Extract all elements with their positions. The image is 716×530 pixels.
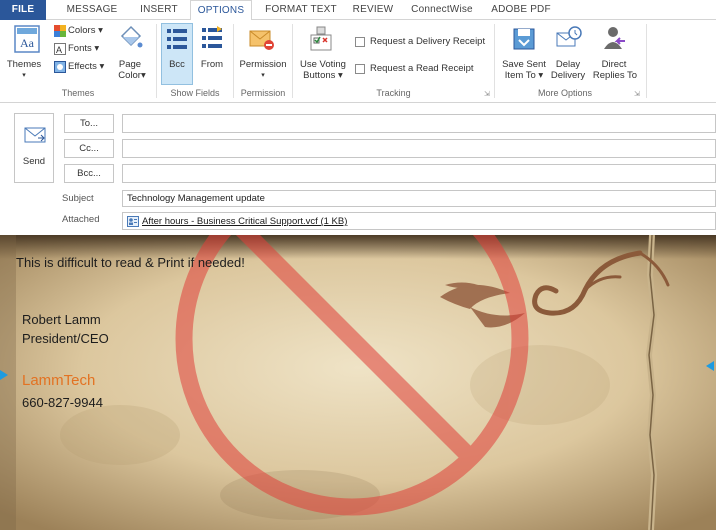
to-button[interactable]: To...	[64, 114, 114, 133]
group-label-show-fields: Show Fields	[170, 88, 220, 98]
from-label: From	[200, 59, 224, 70]
page-color-label-line1: Page	[118, 59, 142, 70]
body-line: This is difficult to read & Print if nee…	[16, 255, 245, 270]
ribbon-tab-bar: FILE MESSAGE INSERT OPTIONS FORMAT TEXT …	[0, 0, 716, 21]
tab-message[interactable]: MESSAGE	[62, 0, 122, 20]
tab-insert[interactable]: INSERT	[134, 0, 184, 20]
from-icon	[202, 26, 222, 48]
signature-company: LammTech	[22, 372, 96, 389]
arrow-right-icon	[0, 370, 8, 380]
delay-label-line2: Delivery	[550, 70, 586, 81]
group-divider	[292, 24, 293, 98]
tab-review[interactable]: REVIEW	[350, 0, 396, 20]
fonts-label: Fonts ▾	[68, 43, 100, 54]
permission-label: Permission	[239, 59, 287, 70]
message-header: Send To... Cc... Bcc... Subject Technolo…	[0, 103, 716, 235]
group-label-more-options: More Options	[537, 88, 593, 98]
effects-label: Effects ▾	[68, 61, 105, 72]
ribbon: Aa Themes ▾ Colors ▾ A Fonts ▾ Effects ▾…	[0, 20, 716, 103]
direct-label-line1: Direct	[601, 59, 627, 70]
read-receipt-checkbox[interactable]	[355, 64, 365, 74]
arrow-left-icon	[706, 361, 714, 371]
bcc-button[interactable]: Bcc	[161, 23, 193, 85]
save-sent-label-line2: Item To ▾	[504, 70, 544, 81]
attached-label: Attached	[62, 214, 100, 225]
attachment-link[interactable]: After hours - Business Critical Support.…	[142, 215, 347, 228]
signature-title: President/CEO	[22, 331, 109, 346]
read-receipt-label[interactable]: Request a Read Receipt	[370, 63, 474, 74]
colors-icon	[54, 25, 66, 37]
tab-options[interactable]: OPTIONS	[190, 0, 252, 21]
cc-field[interactable]	[122, 139, 716, 158]
attachments-field[interactable]: After hours - Business Critical Support.…	[122, 212, 716, 230]
chevron-down-icon: ▾	[261, 72, 265, 79]
send-icon	[24, 127, 46, 143]
delay-label-line1: Delay	[555, 59, 581, 70]
bcc-field[interactable]	[122, 164, 716, 183]
permission-icon	[249, 30, 274, 50]
signature-name: Robert Lamm	[22, 312, 101, 327]
page-color-label-line2: Color▾	[118, 70, 146, 81]
tab-format-text[interactable]: FORMAT TEXT	[262, 0, 340, 20]
themes-icon: Aa	[14, 25, 40, 53]
to-field[interactable]	[122, 114, 716, 133]
group-divider	[494, 24, 495, 98]
bcc-field-button[interactable]: Bcc...	[64, 164, 114, 183]
bcc-label: Bcc	[169, 59, 185, 70]
group-divider	[156, 24, 157, 98]
group-label-permission: Permission	[240, 88, 286, 98]
page-color-icon	[120, 25, 143, 48]
group-divider	[233, 24, 234, 98]
direct-label-line2: Replies To	[592, 70, 638, 81]
save-sent-label-line1: Save Sent	[502, 59, 546, 70]
subject-label: Subject	[62, 193, 94, 204]
stationery-background	[0, 235, 716, 530]
vcard-icon	[127, 216, 139, 227]
svg-text:A: A	[56, 45, 62, 55]
tab-adobe-pdf[interactable]: ADOBE PDF	[490, 0, 552, 20]
tab-file[interactable]: FILE	[0, 0, 46, 20]
cc-button[interactable]: Cc...	[64, 139, 114, 158]
send-button[interactable]: Send	[14, 113, 54, 183]
fonts-icon: A	[54, 43, 66, 55]
group-divider	[646, 24, 647, 98]
svg-text:Aa: Aa	[20, 36, 35, 50]
delivery-receipt-checkbox[interactable]	[355, 37, 365, 47]
group-label-tracking: Tracking	[376, 88, 411, 98]
chevron-down-icon: ▾	[22, 72, 26, 79]
direct-replies-icon	[604, 27, 625, 49]
use-voting-label-line2: Buttons ▾	[303, 70, 343, 81]
send-label: Send	[22, 156, 46, 167]
themes-label: Themes	[6, 59, 42, 70]
group-label-themes: Themes	[61, 88, 95, 98]
tab-connectwise[interactable]: ConnectWise	[410, 0, 474, 20]
dialog-launcher-icon[interactable]: ⇲	[484, 90, 490, 98]
subject-field[interactable]: Technology Management update	[122, 190, 716, 207]
use-voting-label-line1: Use Voting	[300, 59, 346, 70]
message-body[interactable]: This is difficult to read & Print if nee…	[0, 235, 716, 530]
delivery-receipt-label[interactable]: Request a Delivery Receipt	[370, 36, 485, 47]
effects-icon	[54, 61, 66, 73]
signature-phone: 660-827-9944	[22, 395, 103, 410]
dialog-launcher-icon[interactable]: ⇲	[634, 90, 640, 98]
colors-label: Colors ▾	[68, 25, 103, 36]
delay-delivery-icon	[556, 26, 582, 47]
save-sent-icon	[513, 28, 535, 50]
voting-icon	[310, 26, 332, 51]
bcc-icon	[167, 29, 187, 49]
